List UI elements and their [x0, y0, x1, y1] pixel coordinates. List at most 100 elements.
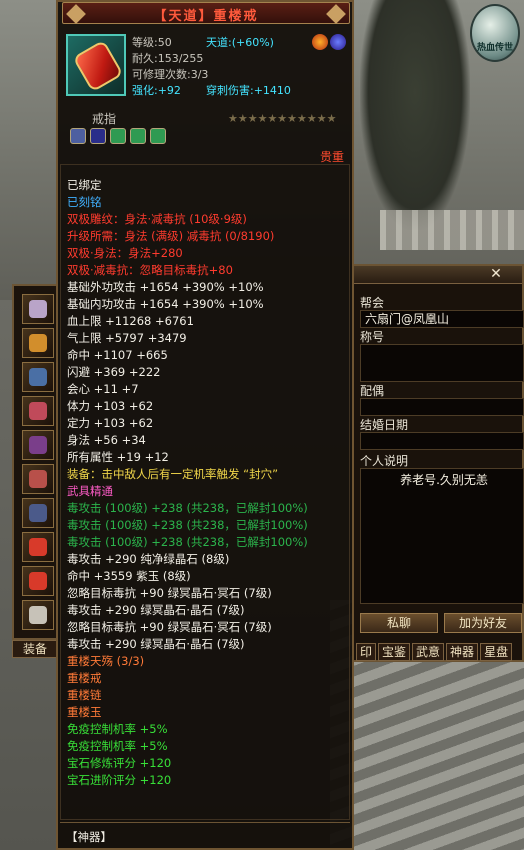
attribute-line: 装备：击中敌人后有一定机率触发 “封穴” — [67, 467, 279, 481]
attribute-line: 体力 +103 +62 — [67, 399, 154, 413]
attribute-line: 命中 +1107 +665 — [67, 348, 168, 362]
equip-slot[interactable] — [22, 498, 54, 528]
game-logo-icon: 热血传世 — [470, 4, 520, 62]
item-icon — [29, 402, 47, 420]
attribute-line: 毒攻击 +290 纯净绿晶石 (8级) — [67, 552, 230, 566]
tab-star-chart[interactable]: 星盘 — [480, 643, 513, 661]
logo-text: 热血传世 — [476, 43, 513, 53]
equip-slot[interactable] — [22, 430, 54, 460]
item-icon — [29, 606, 47, 624]
attribute-line: 血上限 +11268 +6761 — [67, 314, 194, 328]
tiandao-value: (+60%) — [231, 36, 274, 49]
equipment-slot-strip — [12, 284, 58, 640]
equip-slot[interactable] — [22, 532, 54, 562]
tab-artifact[interactable]: 神器 — [446, 643, 479, 661]
tooltip-title-bar: 【天道】重楼戒 — [62, 2, 350, 24]
bio-field: 养老号.久别无恙 — [360, 468, 524, 604]
attribute-line: 毒攻击 +290 绿冥晶石·晶石 (7级) — [67, 637, 245, 651]
attribute-line: 闪避 +369 +222 — [67, 365, 161, 379]
character-info-panel: ✕ 帮会 六扇门@凤凰山 称号 配偶 结婚日期 个人说明 养老号.久别无恙 私聊… — [352, 264, 524, 662]
guild-field: 六扇门@凤凰山 — [360, 310, 524, 328]
attribute-line: 双极·身法：身法+280 — [67, 246, 183, 260]
enhance-label: 强化: — [132, 84, 158, 97]
attribute-line: 宝石进阶评分 +120 — [67, 773, 172, 787]
item-icon — [29, 436, 47, 454]
spouse-label: 配偶 — [360, 384, 385, 398]
fire-icon — [312, 34, 328, 50]
item-icon — [29, 504, 47, 522]
star-icons: ★★★★★★★★★★★ — [228, 112, 337, 125]
item-icon — [29, 368, 47, 386]
close-icon[interactable]: ✕ — [488, 266, 504, 282]
rarity-label: 贵重 — [320, 150, 345, 164]
equip-slot[interactable] — [22, 328, 54, 358]
equip-slot[interactable] — [22, 396, 54, 426]
tree — [360, 0, 470, 230]
attribute-line: 重楼天殇 (3/3) — [67, 654, 145, 668]
attribute-line: 武具精通 — [67, 484, 113, 498]
private-chat-button[interactable]: 私聊 — [360, 613, 438, 633]
socket-gems — [70, 128, 166, 144]
attribute-line: 升级所需：身法 (满级) 减毒抗 (0/8190) — [67, 229, 275, 243]
ring-icon — [72, 39, 124, 93]
pierce-stat: 穿刺伤害:+1410 — [206, 82, 291, 98]
gem-icon — [150, 128, 166, 144]
gem-icon — [90, 128, 106, 144]
attribute-line: 双极·减毒抗：忽略目标毒抗+80 — [67, 263, 233, 277]
spouse-field — [360, 398, 524, 416]
attribute-line: 毒攻击 (100级) +238 (共238，已解封100%) — [67, 535, 308, 549]
item-icon — [29, 572, 47, 590]
wedding-date-label: 结婚日期 — [360, 418, 409, 432]
enhance-stat: 强化:+92 — [132, 82, 181, 98]
attribute-line: 定力 +103 +62 — [67, 416, 154, 430]
equip-slot[interactable] — [22, 362, 54, 392]
attribute-line: 双极雕纹：身法·减毒抗 (10级·9级) — [67, 212, 247, 226]
item-type: 戒指 — [92, 112, 117, 126]
gem-icon — [110, 128, 126, 144]
wedding-date-field — [360, 432, 524, 450]
durability: 耐久:153/255 — [132, 52, 204, 65]
attribute-line: 忽略目标毒抗 +90 绿冥晶石·冥石 (7级) — [67, 586, 272, 600]
attribute-line: 重楼戒 — [67, 671, 102, 685]
attribute-line: 重楼链 — [67, 688, 102, 702]
item-icon — [29, 470, 47, 488]
bio-label: 个人说明 — [360, 454, 409, 468]
attribute-line: 忽略目标毒抗 +90 绿冥晶石·冥石 (7级) — [67, 620, 272, 634]
add-friend-button[interactable]: 加为好友 — [444, 613, 522, 633]
equip-slot[interactable] — [22, 600, 54, 630]
repair-count: 可修理次数:3/3 — [132, 68, 209, 81]
stone-railing — [380, 210, 524, 250]
item-name: 【天道】重楼戒 — [153, 9, 259, 24]
attribute-line: 重楼玉 — [67, 705, 102, 719]
gem-icon — [130, 128, 146, 144]
item-level: 等级:50 — [132, 36, 172, 49]
tiandao-label: 天道: — [206, 36, 232, 49]
tab-equipment[interactable]: 装备 — [12, 640, 58, 658]
item-tooltip: 【天道】重楼戒 等级:50 天道:(+60%) 耐久:153/255 可修理次数… — [56, 0, 354, 850]
attribute-line: 气上限 +5797 +3479 — [67, 331, 187, 345]
attribute-line: 命中 +3559 紫玉 (8级) — [67, 569, 191, 583]
gem-icon — [70, 128, 86, 144]
equip-slot[interactable] — [22, 294, 54, 324]
item-attributes: 已绑定 已刻铭 双极雕纹：身法·减毒抗 (10级·9级) 升级所需：身法 (满级) 减… — [60, 164, 350, 820]
attribute-line: 基础内功攻击 +1654 +390% +10% — [67, 297, 264, 311]
attribute-line: 免疫控制机率 +5% — [67, 739, 168, 753]
equip-slot[interactable] — [22, 566, 54, 596]
enhance-value: +92 — [157, 84, 181, 97]
item-image — [66, 34, 126, 96]
attribute-line: 毒攻击 (100级) +238 (共238，已解封100%) — [67, 501, 308, 515]
attribute-line: 所有属性 +19 +12 — [67, 450, 169, 464]
title-label: 称号 — [360, 330, 385, 344]
title-field — [360, 344, 524, 382]
section-header: 【神器】 — [66, 830, 112, 844]
guild-label: 帮会 — [360, 296, 385, 310]
tab-martial-will[interactable]: 武意 — [412, 643, 445, 661]
attribute-line: 宝石修炼评分 +120 — [67, 756, 172, 770]
tab-seal[interactable]: 印 — [356, 643, 377, 661]
attribute-line: 毒攻击 (100级) +238 (共238，已解封100%) — [67, 518, 308, 532]
panel-tab-row: 印 宝鉴 武意 神器 星盘 — [356, 643, 513, 661]
attribute-line: 基础外功攻击 +1654 +390% +10% — [67, 280, 264, 294]
tab-treasure[interactable]: 宝鉴 — [378, 643, 411, 661]
artifact-section: 【神器】 — [60, 822, 350, 850]
equip-slot[interactable] — [22, 464, 54, 494]
